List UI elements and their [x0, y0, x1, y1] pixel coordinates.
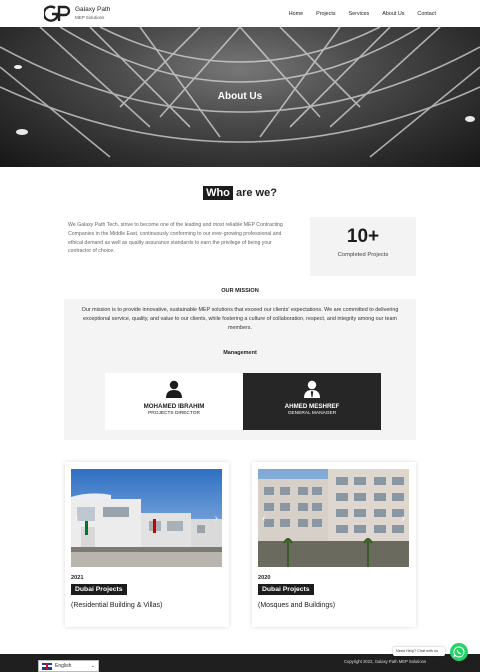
- manager-card-gm: AHMED MESHREF GENERAL MANAGER: [243, 373, 381, 430]
- uk-flag-icon: [42, 662, 52, 670]
- manager-name: MOHAMED IBRAHIM: [143, 403, 205, 410]
- manager-card-director: MOHAMED IBRAHIM PROJECTS DIRECTOR: [105, 373, 243, 430]
- chat-help-bubble[interactable]: Need Help? Chat with us: [393, 647, 445, 656]
- mission-title: OUR MISSION: [221, 288, 259, 294]
- nav-projects[interactable]: Projects: [316, 11, 335, 17]
- mission-panel: Our mission is to provide innovative, su…: [64, 299, 416, 440]
- chevron-down-icon: ⌄: [90, 663, 95, 669]
- carousel-prev-icon[interactable]: ‹: [75, 513, 78, 524]
- nav-contact[interactable]: Contact: [417, 11, 436, 17]
- logo-line1: Galaxy Path: [75, 6, 111, 13]
- site-header: Galaxy Path MEP Solutions Home Projects …: [0, 0, 480, 27]
- page: Galaxy Path MEP Solutions Home Projects …: [0, 0, 480, 672]
- project-desc: (Mosques and Buildings): [258, 602, 336, 609]
- project-card[interactable]: ‹ › 2020 Dubai Projects (Mosques and Bui…: [252, 462, 416, 627]
- project-image-buildings: ‹ ›: [258, 469, 409, 567]
- language-label: English: [55, 663, 72, 669]
- logo-mark-icon: [42, 4, 72, 24]
- project-card[interactable]: ‹ › 2021 Dubai Projects (Residential Bui…: [65, 462, 229, 627]
- manager-role: PROJECTS DIRECTOR: [148, 411, 200, 416]
- nav-about-us[interactable]: About Us: [382, 11, 404, 17]
- stat-box: 10+ Completed Projects: [310, 217, 416, 276]
- who-heading-highlight: Who: [203, 186, 233, 200]
- main-nav: Home Projects Services About Us Contact: [289, 11, 436, 17]
- stat-label: Completed Projects: [337, 252, 389, 258]
- project-year: 2020: [258, 575, 271, 581]
- about-intro: We Galaxy Path Tech, strive to become on…: [68, 222, 283, 255]
- logo-text: Galaxy Path MEP Solutions: [75, 6, 110, 21]
- project-desc: (Residential Building & Villas): [71, 602, 163, 609]
- hero-title: About Us: [217, 91, 263, 102]
- project-tag: Dubai Projects: [71, 584, 127, 595]
- nav-home[interactable]: Home: [289, 11, 303, 17]
- nav-services[interactable]: Services: [349, 11, 370, 17]
- language-selector[interactable]: English ⌄: [38, 660, 99, 672]
- who-heading: Who are we?: [0, 186, 480, 200]
- user-icon: [166, 380, 182, 398]
- carousel-prev-icon[interactable]: ‹: [262, 513, 265, 524]
- user-tie-icon: [304, 380, 320, 398]
- project-tag: Dubai Projects: [258, 584, 314, 595]
- project-year: 2021: [71, 575, 84, 581]
- hero-banner: About Us: [0, 27, 480, 167]
- logo-line2: MEP Solutions: [75, 15, 105, 20]
- mission-text: Our mission is to provide innovative, su…: [81, 307, 399, 331]
- management-title: Management: [223, 350, 257, 356]
- logo[interactable]: Galaxy Path MEP Solutions: [42, 4, 110, 24]
- carousel-next-icon[interactable]: ›: [215, 513, 218, 524]
- carousel-next-icon[interactable]: ›: [402, 513, 405, 524]
- who-heading-rest: are we?: [235, 187, 277, 199]
- stat-number: 10+: [346, 226, 380, 247]
- whatsapp-icon: [453, 646, 465, 658]
- manager-role: GENERAL MANAGER: [287, 411, 337, 416]
- project-image-villas: ‹ ›: [71, 469, 222, 567]
- manager-name: AHMED MESHREF: [284, 403, 340, 410]
- whatsapp-chat-button[interactable]: [450, 643, 468, 661]
- copyright: Copyright 2022, Galaxy Path MEP Solution…: [344, 659, 427, 664]
